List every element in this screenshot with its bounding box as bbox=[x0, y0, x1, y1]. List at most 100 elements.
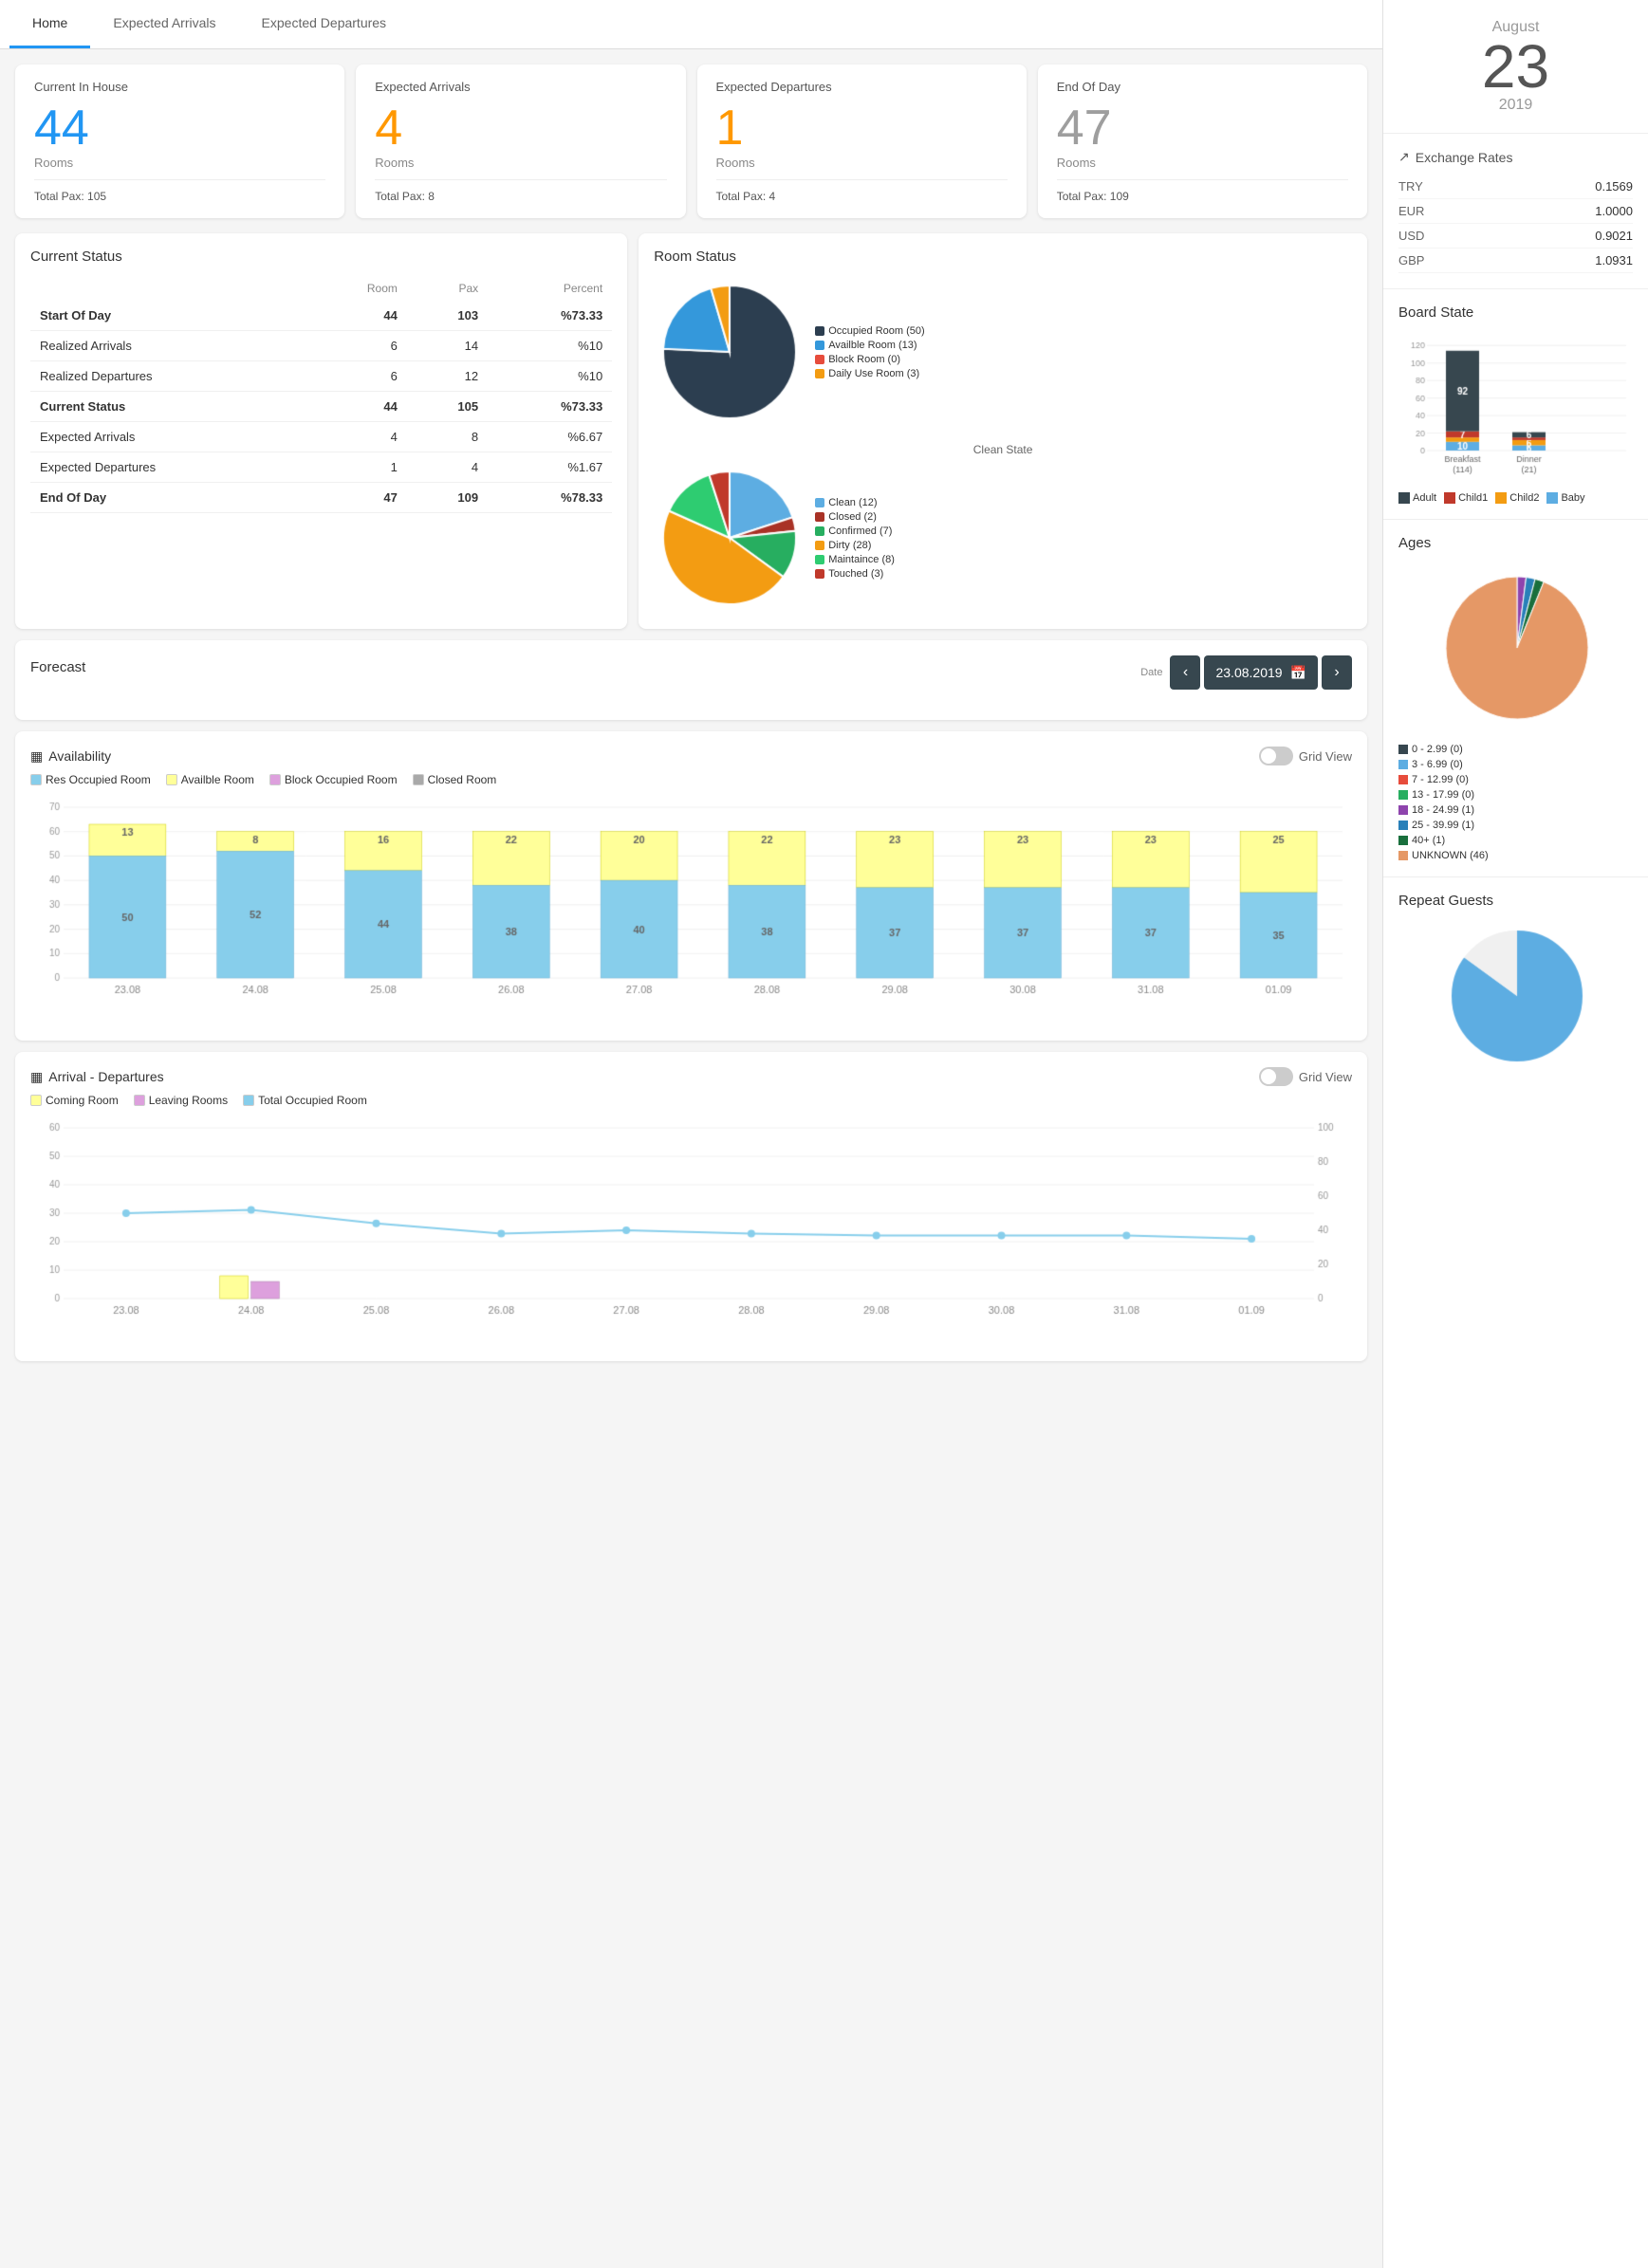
card-pax-eod: Total Pax: 109 bbox=[1057, 179, 1348, 203]
board-legend-item: Child1 bbox=[1444, 492, 1488, 504]
date-widget: August 23 2019 bbox=[1383, 0, 1648, 134]
date-prev-button[interactable]: ‹ bbox=[1170, 655, 1200, 690]
pie-legend-item: Touched (3) bbox=[815, 568, 895, 580]
stat-cards-row: Current In House 44 Rooms Total Pax: 105… bbox=[0, 49, 1382, 233]
date-day: 23 bbox=[1402, 36, 1629, 97]
card-pax-current: Total Pax: 105 bbox=[34, 179, 325, 203]
board-legend-item: Baby bbox=[1546, 492, 1584, 504]
pie-legend-item: Block Room (0) bbox=[815, 354, 925, 365]
repeat-guests-canvas bbox=[1398, 920, 1636, 1072]
grid-view-toggle2-container: Grid View bbox=[1259, 1067, 1352, 1086]
availability-header: ▦ Availability Grid View bbox=[30, 747, 1352, 765]
forecast-title: Forecast bbox=[30, 659, 85, 675]
calendar-icon: 📅 bbox=[1290, 665, 1306, 681]
ages-legend-item: 25 - 39.99 (1) bbox=[1398, 820, 1625, 831]
middle-section: Current Status Room Pax Percent Start Of… bbox=[0, 233, 1382, 640]
ages-legend-item: 40+ (1) bbox=[1398, 835, 1625, 846]
right-panel: August 23 2019 ↗ Exchange Rates TRY0.156… bbox=[1382, 0, 1648, 2268]
stat-card-current-in-house: Current In House 44 Rooms Total Pax: 105 bbox=[15, 65, 344, 218]
col-header-percent: Percent bbox=[488, 276, 612, 301]
legend-item: Block Occupied Room bbox=[269, 773, 398, 786]
arrivals-departures-title: Arrival - Departures bbox=[48, 1069, 163, 1084]
card-rooms-arrivals: Rooms bbox=[375, 156, 666, 170]
pie-legend-item: Clean (12) bbox=[815, 497, 895, 508]
forecast-section: Forecast Date ‹ 23.08.2019 📅 › bbox=[15, 640, 1367, 720]
tab-home[interactable]: Home bbox=[9, 0, 90, 48]
legend-item: Availble Room bbox=[166, 773, 254, 786]
board-state-canvas bbox=[1398, 332, 1636, 484]
ages-widget: Ages 0 - 2.99 (0)3 - 6.99 (0)7 - 12.99 (… bbox=[1383, 520, 1648, 877]
ages-legend-item: 7 - 12.99 (0) bbox=[1398, 774, 1625, 785]
ages-legend: 0 - 2.99 (0)3 - 6.99 (0)7 - 12.99 (0)13 … bbox=[1398, 744, 1633, 861]
tab-expected-arrivals[interactable]: Expected Arrivals bbox=[90, 0, 238, 48]
tab-bar: Home Expected Arrivals Expected Departur… bbox=[0, 0, 1382, 49]
ages-legend-item: UNKNOWN (46) bbox=[1398, 850, 1625, 861]
card-rooms-current: Rooms bbox=[34, 156, 325, 170]
exchange-row: GBP1.0931 bbox=[1398, 249, 1633, 273]
card-title-current: Current In House bbox=[34, 80, 325, 94]
legend-item: Res Occupied Room bbox=[30, 773, 151, 786]
exchange-rates-widget: ↗ Exchange Rates TRY0.1569EUR1.0000USD0.… bbox=[1383, 134, 1648, 289]
availability-title-row: ▦ Availability bbox=[30, 748, 111, 765]
availability-legend: Res Occupied Room Availble Room Block Occu… bbox=[30, 773, 1352, 786]
ages-legend-item: 18 - 24.99 (1) bbox=[1398, 804, 1625, 816]
ages-title: Ages bbox=[1398, 535, 1633, 551]
arrivals-departures-legend: Coming RoomLeaving RoomsTotal Occupied R… bbox=[30, 1094, 1352, 1107]
col-header-room: Room bbox=[306, 276, 407, 301]
grid-view-toggle2[interactable] bbox=[1259, 1067, 1293, 1086]
repeat-guests-widget: Repeat Guests bbox=[1383, 877, 1648, 1090]
card-number-eod: 47 bbox=[1057, 101, 1348, 156]
legend-item: Coming Room bbox=[30, 1094, 119, 1107]
date-label: Date bbox=[1140, 667, 1162, 678]
legend-item: Total Occupied Room bbox=[243, 1094, 367, 1107]
card-number-current: 44 bbox=[34, 101, 325, 156]
arrivals-departures-canvas bbox=[30, 1118, 1352, 1346]
grid-view-toggle[interactable] bbox=[1259, 747, 1293, 765]
clean-state-label: Clean State bbox=[654, 443, 1352, 456]
status-table: Room Pax Percent Start Of Day44103%73.33… bbox=[30, 276, 612, 513]
current-status-title: Current Status bbox=[30, 249, 612, 265]
exchange-row: TRY0.1569 bbox=[1398, 175, 1633, 199]
card-pax-arrivals: Total Pax: 8 bbox=[375, 179, 666, 203]
tab-expected-departures[interactable]: Expected Departures bbox=[239, 0, 410, 48]
pie-legend-item: Confirmed (7) bbox=[815, 526, 895, 537]
col-header-label bbox=[30, 276, 306, 301]
exchange-row: USD0.9021 bbox=[1398, 224, 1633, 249]
chart-bar-icon2: ▦ bbox=[30, 1069, 43, 1085]
grid-view-label2: Grid View bbox=[1299, 1070, 1352, 1084]
ages-legend-item: 0 - 2.99 (0) bbox=[1398, 744, 1625, 755]
arrivals-departures-title-row: ▦ Arrival - Departures bbox=[30, 1069, 164, 1085]
card-title-eod: End Of Day bbox=[1057, 80, 1348, 94]
col-header-pax: Pax bbox=[407, 276, 488, 301]
ages-canvas bbox=[1398, 562, 1636, 733]
availability-canvas bbox=[30, 798, 1352, 1025]
card-title-arrivals: Expected Arrivals bbox=[375, 80, 666, 94]
arrivals-departures-header: ▦ Arrival - Departures Grid View bbox=[30, 1067, 1352, 1086]
date-next-button[interactable]: › bbox=[1322, 655, 1352, 690]
date-year: 2019 bbox=[1402, 97, 1629, 114]
pie-legend-item: Daily Use Room (3) bbox=[815, 368, 925, 379]
card-title-departures: Expected Departures bbox=[716, 80, 1008, 94]
card-rooms-departures: Rooms bbox=[716, 156, 1008, 170]
legend-item: Closed Room bbox=[413, 773, 497, 786]
pie2-legend: Clean (12)Closed (2)Confirmed (7)Dirty (… bbox=[815, 497, 895, 580]
pie-legend-item: Maintaince (8) bbox=[815, 554, 895, 565]
exchange-rates-list: TRY0.1569EUR1.0000USD0.9021GBP1.0931 bbox=[1398, 175, 1633, 273]
exchange-icon: ↗ bbox=[1398, 149, 1410, 165]
availability-chart bbox=[30, 798, 1352, 1025]
pie-legend-item: Occupied Room (50) bbox=[815, 325, 925, 337]
availability-title: Availability bbox=[48, 748, 111, 764]
ages-legend-item: 13 - 17.99 (0) bbox=[1398, 789, 1625, 801]
card-rooms-eod: Rooms bbox=[1057, 156, 1348, 170]
board-state-title: Board State bbox=[1398, 304, 1633, 321]
board-state-legend: AdultChild1Child2Baby bbox=[1398, 492, 1633, 504]
exchange-rates-title: ↗ Exchange Rates bbox=[1398, 149, 1633, 165]
card-number-departures: 1 bbox=[716, 101, 1008, 156]
stat-card-departures: Expected Departures 1 Rooms Total Pax: 4 bbox=[697, 65, 1027, 218]
repeat-guests-title: Repeat Guests bbox=[1398, 893, 1633, 909]
current-status-panel: Current Status Room Pax Percent Start Of… bbox=[15, 233, 627, 629]
room-status-title: Room Status bbox=[654, 249, 1352, 265]
board-legend-item: Adult bbox=[1398, 492, 1436, 504]
clean-state-pie bbox=[654, 462, 805, 614]
grid-view-toggle-container: Grid View bbox=[1259, 747, 1352, 765]
